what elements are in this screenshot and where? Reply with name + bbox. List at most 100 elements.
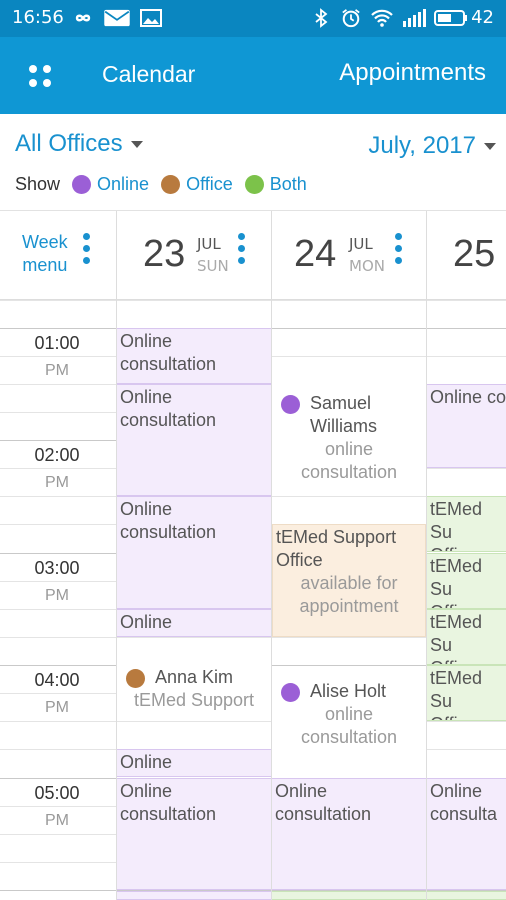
event-online-consultation[interactable]: Online consultation [117,496,271,609]
kebab-menu-icon [83,233,91,269]
alarm-icon [342,9,360,28]
wifi-icon [371,9,393,27]
day-month: JUL [197,235,221,253]
appointments-button[interactable]: Appointments [339,59,486,87]
legend-both-label: Both [269,174,307,194]
week-menu-button[interactable]: Week menu [0,211,117,301]
event-title: tEMed Su Office [430,668,483,720]
time-label: 04:00 [34,670,80,690]
purple-dot-icon [72,175,92,194]
event-online-consultation[interactable]: Online consultation [117,328,271,384]
time-label: 02:00 [34,445,80,465]
event-both[interactable]: tEMed Su Office [427,496,506,552]
event-title: tEMed Support Office [276,527,397,570]
event-appointment[interactable]: Samuel Williams online consultation [272,384,426,496]
event-title: tEMed Su Office [430,556,483,608]
image-icon [140,9,162,27]
day-number: 25 [453,233,496,275]
ampm-label: PM [45,587,69,604]
event-title: Online consultation [120,781,217,824]
mail-icon [104,9,130,27]
app-bar: Calendar Appointments [0,37,506,114]
chevron-down-icon [130,141,143,149]
ampm-label: PM [45,362,69,379]
legend-online[interactable]: Online [72,174,149,195]
availability-detail: available for appointment [299,573,399,616]
day-number: 24 [294,233,337,275]
event-both[interactable]: tEMed Su Office [427,553,506,609]
event-online-consultation[interactable]: Online consultation [272,778,426,890]
battery-icon [434,10,467,26]
ampm-label: PM [45,699,69,716]
appointment-detail: tEMed Support [133,690,255,710]
event-online-consultation[interactable]: Online consulta [427,778,506,890]
event-appointment[interactable]: Anna Kim tEMed Support [117,665,271,721]
event-title: Online [120,612,173,632]
event-online-consultation[interactable]: Online consultation [117,384,271,496]
event-online-consultation[interactable]: Online [117,609,271,637]
month-dropdown-label: July, 2017 [368,132,476,159]
signal-icon [403,9,426,27]
infinity-icon [75,14,91,22]
patient-name: Samuel Williams [310,393,377,436]
time-label: 05:00 [34,783,80,803]
legend-online-label: Online [97,174,150,194]
event-online-consultation[interactable]: Online consultation [117,778,271,890]
event-both[interactable]: tEMed Su Office [427,609,506,665]
chevron-down-icon [484,143,496,151]
green-dot-icon [244,175,264,194]
kebab-menu-icon[interactable] [395,233,403,269]
day-of-week: SUN [197,257,229,275]
event-online-consultation[interactable] [117,891,271,900]
office-dropdown-label: All Offices [15,130,123,157]
battery-level: 42 [471,7,494,28]
appointment-detail: online consultation [300,704,398,747]
month-dropdown[interactable]: July, 2017 [368,132,496,160]
event-appointment[interactable]: Alise Holt online consultation [272,679,426,777]
filter-bar: All Offices July, 2017 Show Online Offic… [0,114,506,210]
brown-dot-icon [161,175,181,194]
patient-name: Alise Holt [310,681,387,701]
week-menu-label: Week menu [22,231,68,277]
legend-office-label: Office [186,174,233,194]
legend: Show Online Office Both [15,174,307,195]
day-column-header-tue[interactable]: 25 [427,211,506,301]
event-both[interactable] [427,891,506,900]
event-title: Online consulta [430,781,498,824]
office-dropdown[interactable]: All Offices [15,130,143,158]
day-column-header-sun[interactable]: 23 JUL SUN [117,211,272,301]
event-office-availability[interactable]: tEMed Support Office available for appoi… [272,524,426,637]
calendar-grid: 01:00 PM 02:00 PM 03:00 PM 04:00 PM 05:0… [0,300,506,900]
appointment-detail: online consultation [300,439,398,482]
event-online-consultation[interactable]: Online [117,749,271,777]
legend-both[interactable]: Both [244,174,307,195]
event-title: Online consultation [120,499,217,542]
grid-menu-icon[interactable] [27,63,53,89]
time-label: 01:00 [34,333,80,353]
time-label: 03:00 [34,558,80,578]
app-screen: 16:56 42 Calendar Appointments All Offic… [0,0,506,900]
day-month: JUL [349,235,373,253]
legend-office[interactable]: Office [161,174,233,195]
bluetooth-icon [315,8,328,28]
status-bar: 16:56 42 [0,0,506,37]
purple-dot-icon [281,683,300,702]
app-title: Calendar [102,61,196,87]
event-online-consultation[interactable]: Online consulta [427,384,506,468]
ampm-label: PM [45,474,69,491]
brown-dot-icon [126,669,145,688]
event-title: Online consultation [275,781,372,824]
purple-dot-icon [281,395,300,414]
event-title: Online consulta [430,387,506,407]
day-column-header-mon[interactable]: 24 JUL MON [272,211,427,301]
event-title: Online [120,752,173,772]
status-time: 16:56 [12,7,64,28]
week-menu-line1: Week [22,232,68,252]
ampm-label: PM [45,812,69,829]
event-both[interactable]: tEMed Su Office [427,665,506,721]
day-header: Week menu 23 JUL SUN 24 JUL MON 25 [0,210,506,301]
event-both[interactable] [272,891,426,900]
kebab-menu-icon[interactable] [238,233,246,269]
legend-show-label: Show [15,174,61,194]
event-title: tEMed Su Office [430,499,483,551]
